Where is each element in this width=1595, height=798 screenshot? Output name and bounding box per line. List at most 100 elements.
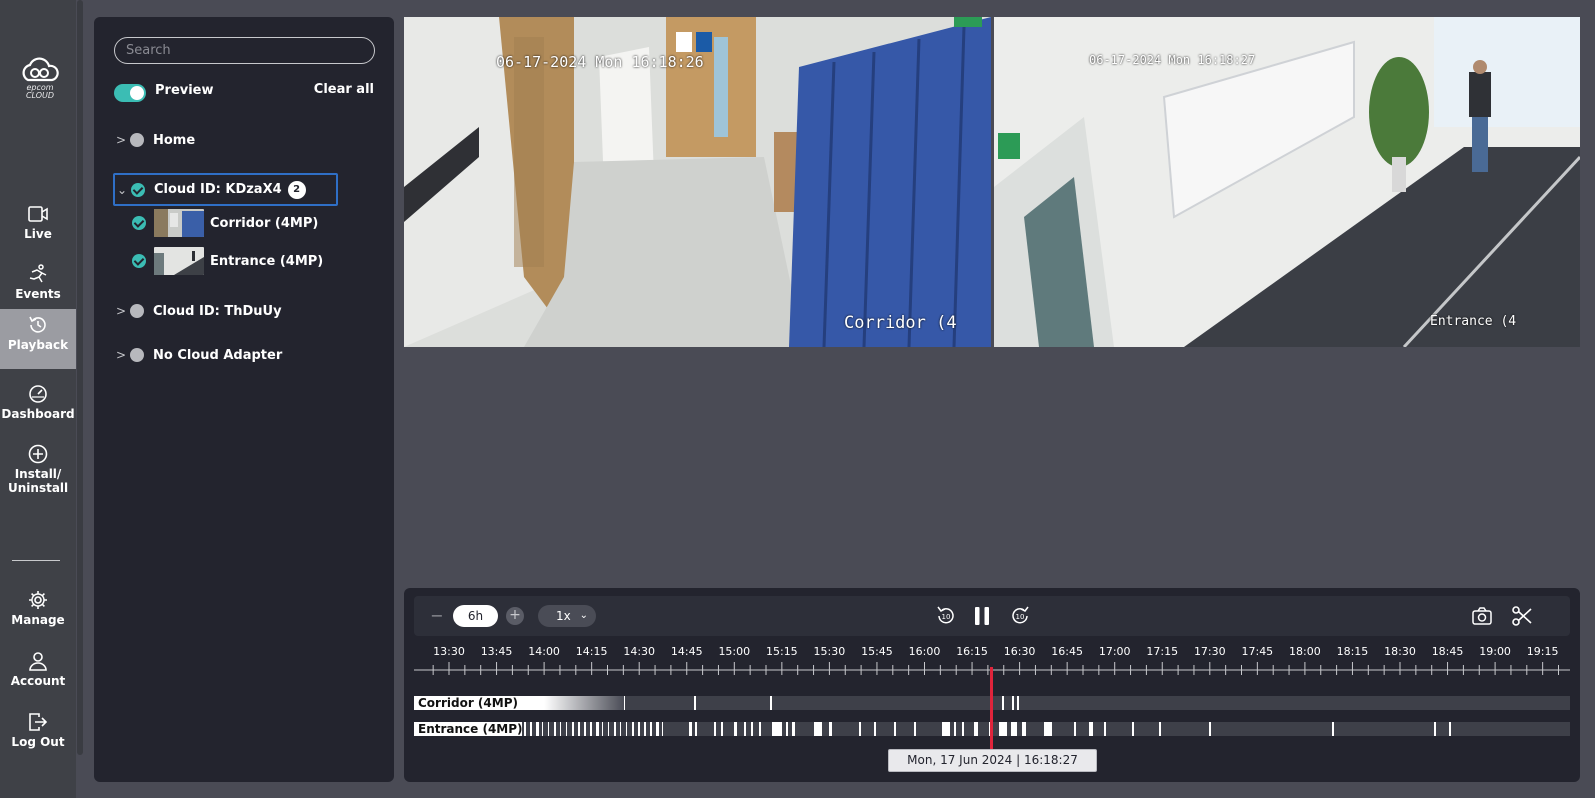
- nav-install-uninstall[interactable]: Install/ Uninstall: [0, 438, 76, 510]
- group-status-dot[interactable]: [130, 133, 144, 147]
- group-status-dot[interactable]: [130, 348, 144, 362]
- nav-playback-label: Playback: [7, 338, 69, 352]
- axis-tick-label: 18:15: [1337, 645, 1369, 658]
- recording-segment: [602, 722, 603, 736]
- logout-icon: [29, 713, 48, 731]
- check-circle-icon[interactable]: [132, 254, 146, 268]
- scissors-icon[interactable]: [1510, 604, 1534, 628]
- nav-playback[interactable]: Playback: [0, 309, 76, 369]
- zoom-out-button[interactable]: −: [428, 607, 446, 625]
- axis-tick-label: 13:45: [481, 645, 513, 658]
- camera-label: Corridor (4MP): [210, 215, 319, 231]
- nav-scrollbar[interactable]: [76, 0, 84, 798]
- svg-text:10: 10: [1016, 613, 1025, 621]
- recording-segment: [656, 722, 659, 736]
- chevron-down-icon: ⌄: [579, 610, 588, 621]
- recording-segment: [721, 722, 723, 736]
- recording-segment: [974, 722, 978, 736]
- entrance-thumbnail: [154, 247, 204, 275]
- zoom-level[interactable]: 6h: [453, 605, 498, 627]
- recording-segment: [536, 722, 539, 736]
- video-timestamp: 06-17-2024 Mon 16:18:26: [496, 53, 704, 71]
- playback-speed-select[interactable]: 1x ⌄: [538, 605, 596, 627]
- track-label: Entrance (4MP): [414, 722, 523, 736]
- tree-group-cloud-kdzax4[interactable]: ⌄ Cloud ID: KDzaX4 2: [113, 173, 338, 206]
- axis-tick-label: 16:30: [1004, 645, 1036, 658]
- recording-segment: [744, 722, 746, 736]
- chevron-right-icon[interactable]: >: [114, 348, 128, 362]
- recording-segment: [608, 722, 609, 736]
- recording-segment: [792, 722, 795, 736]
- recording-segment: [999, 722, 1007, 736]
- axis-tick-label: 15:00: [718, 645, 750, 658]
- nav-logout[interactable]: Log Out: [0, 706, 76, 766]
- nav-account[interactable]: Account: [0, 645, 76, 705]
- playhead[interactable]: [990, 667, 993, 749]
- tree-group-cloud-thduuy[interactable]: > Cloud ID: ThDuUy: [114, 297, 282, 325]
- gear-icon: [29, 591, 47, 609]
- recording-segment: [786, 722, 788, 736]
- recording-segment: [524, 722, 526, 736]
- camera-item-corridor[interactable]: Corridor (4MP): [132, 208, 318, 238]
- tree-group-label: Cloud ID: KDzaX4: [154, 182, 282, 197]
- video-tile-corridor[interactable]: 06-17-2024 Mon 16:18:26 Corridor (4: [404, 17, 991, 347]
- axis-tick-label: 16:15: [956, 645, 988, 658]
- recording-segment: [530, 722, 532, 736]
- recording-segment: [694, 696, 696, 710]
- current-time-label: Mon, 17 Jun 2024 | 16:18:27: [888, 749, 1097, 772]
- video-camera-overlay: Entrance (4: [1430, 314, 1517, 329]
- forward-10-icon[interactable]: 10: [1008, 604, 1032, 628]
- clear-all-button[interactable]: Clear all: [314, 82, 374, 97]
- video-tile-entrance[interactable]: 06-17-2024 Mon 16:18:27 Entrance (4: [994, 17, 1580, 347]
- axis-tick-label: 14:00: [528, 645, 560, 658]
- snapshot-camera-icon[interactable]: [1470, 604, 1494, 628]
- tree-group-label: No Cloud Adapter: [153, 347, 283, 363]
- nav-live-label: Live: [24, 227, 52, 241]
- nav-divider: [12, 560, 60, 561]
- recording-segment: [614, 722, 616, 736]
- recording-segment: [1017, 696, 1019, 710]
- check-circle-icon[interactable]: [131, 182, 145, 197]
- recording-segment: [874, 722, 876, 736]
- preview-toggle-knob: [130, 86, 144, 100]
- nav-manage[interactable]: Manage: [0, 584, 76, 644]
- plus-circle-icon: [28, 444, 48, 464]
- recording-segment: [626, 722, 627, 736]
- recording-segment: [1002, 696, 1004, 710]
- chevron-right-icon[interactable]: >: [114, 304, 128, 318]
- recording-segment: [572, 722, 574, 736]
- recording-segment: [770, 696, 772, 710]
- tree-group-no-cloud-adapter[interactable]: > No Cloud Adapter: [114, 341, 282, 369]
- video-camera-overlay: Corridor (4: [844, 313, 957, 333]
- recording-segment: [662, 722, 663, 736]
- running-person-icon: [29, 264, 47, 283]
- preview-label: Preview: [155, 83, 214, 98]
- camera-label: Entrance (4MP): [210, 253, 324, 269]
- nav-live[interactable]: Live: [0, 198, 76, 258]
- camera-item-entrance[interactable]: Entrance (4MP): [132, 246, 323, 276]
- corridor-thumbnail: [154, 209, 204, 237]
- pause-icon[interactable]: [970, 604, 994, 628]
- nav-logout-label: Log Out: [11, 735, 65, 749]
- playback-speed-value: 1x: [556, 609, 571, 623]
- group-status-dot[interactable]: [130, 304, 144, 318]
- recording-segment: [689, 722, 692, 736]
- tree-group-home[interactable]: > Home: [114, 126, 195, 154]
- recording-segment: [695, 722, 697, 736]
- axis-tick-label: 19:00: [1479, 645, 1511, 658]
- zoom-in-button[interactable]: +: [506, 607, 524, 625]
- rewind-10-icon[interactable]: 10: [934, 604, 958, 628]
- recording-segment: [1434, 722, 1436, 736]
- nav-scrollbar-thumb[interactable]: [77, 0, 83, 755]
- search-input[interactable]: [114, 37, 375, 64]
- nav-events-label: Events: [15, 287, 61, 301]
- check-circle-icon[interactable]: [132, 216, 146, 230]
- axis-tick-label: 15:45: [861, 645, 893, 658]
- nav-account-label: Account: [10, 674, 66, 688]
- nav-dashboard[interactable]: Dashboard: [0, 378, 76, 438]
- nav-dashboard-label: Dashboard: [1, 407, 75, 421]
- recording-segment: [1074, 722, 1076, 736]
- chevron-right-icon[interactable]: >: [114, 133, 128, 147]
- preview-toggle[interactable]: [114, 84, 146, 102]
- chevron-down-icon[interactable]: ⌄: [115, 183, 129, 197]
